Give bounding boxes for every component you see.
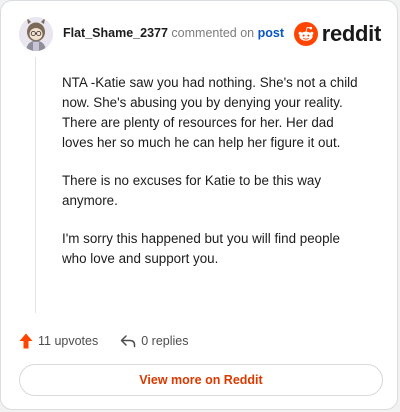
reddit-brand[interactable]: reddit bbox=[293, 19, 382, 49]
comment-paragraph: NTA -Katie saw you had nothing. She's no… bbox=[62, 75, 358, 150]
view-more-button[interactable]: View more on Reddit bbox=[19, 364, 383, 396]
thread-line bbox=[35, 57, 36, 313]
upvotes-count: 11 upvotes bbox=[38, 334, 99, 348]
comment-embed-card: Flat_Shame_2377 commented on post reddit… bbox=[0, 0, 398, 410]
comment-meta: Flat_Shame_2377 commented on post bbox=[63, 26, 284, 40]
comment-paragraph: I'm sorry this happened but you will fin… bbox=[62, 231, 340, 266]
comment-footer: 11 upvotes 0 replies bbox=[19, 331, 188, 351]
post-link[interactable]: post bbox=[258, 26, 284, 40]
comment-body: NTA -Katie saw you had nothing. She's no… bbox=[62, 73, 368, 287]
reddit-snoo-icon bbox=[293, 22, 318, 46]
action-text: commented on bbox=[171, 26, 255, 40]
replies-stat[interactable]: 0 replies bbox=[120, 334, 188, 348]
reply-arrow-icon bbox=[120, 335, 136, 348]
upvotes-stat[interactable]: 11 upvotes bbox=[19, 333, 98, 349]
username-link[interactable]: Flat_Shame_2377 bbox=[63, 26, 168, 40]
reddit-wordmark: reddit bbox=[321, 21, 382, 46]
comment-header: Flat_Shame_2377 commented on post reddit bbox=[19, 15, 383, 55]
upvote-arrow-icon bbox=[19, 333, 33, 349]
replies-count: 0 replies bbox=[141, 334, 189, 348]
comment-paragraph: There is no excuses for Katie to be this… bbox=[62, 173, 322, 208]
avatar-image bbox=[19, 17, 53, 51]
avatar[interactable] bbox=[19, 17, 53, 51]
